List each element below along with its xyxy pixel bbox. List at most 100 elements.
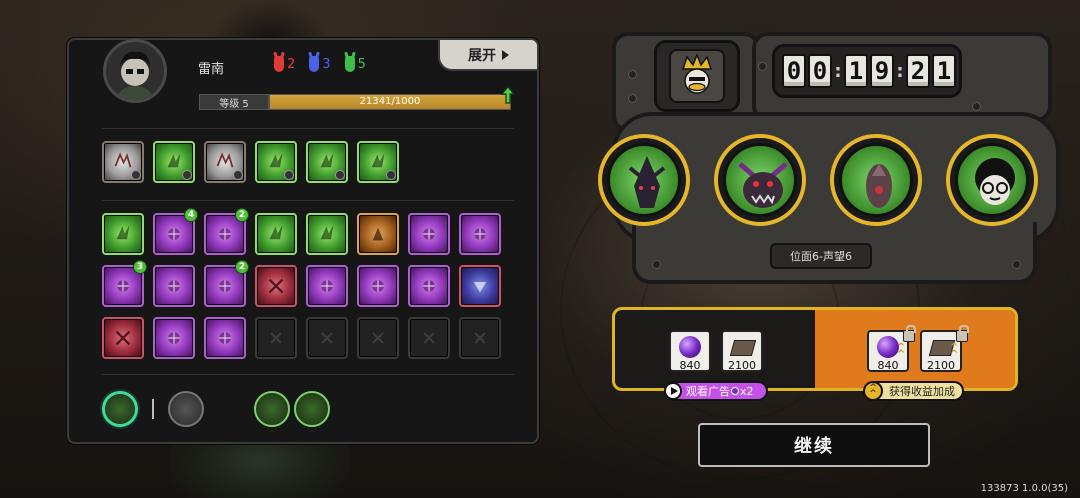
background-figure: [170, 440, 350, 498]
skill-icon[interactable]: [204, 317, 246, 359]
skill-icon[interactable]: 3: [102, 260, 147, 307]
skill-icon[interactable]: [459, 265, 501, 307]
upgrade-chevron-icon: ^ ^: [897, 342, 906, 360]
empty-skill-slot[interactable]: [459, 317, 501, 359]
timer-digit: 2: [906, 54, 930, 88]
reward-book: 2100: [721, 330, 763, 372]
xp-bar: 21341/1000: [269, 94, 511, 110]
reward-orb: 840: [669, 330, 711, 372]
reward-value: 840: [877, 359, 899, 372]
skill-icon[interactable]: [255, 141, 297, 183]
play-arrow-icon: [502, 49, 509, 60]
empty-skill-slot[interactable]: [408, 317, 450, 359]
expand-button[interactable]: 展开: [438, 38, 539, 71]
equipment-row: [102, 391, 330, 427]
claw-slot[interactable]: [294, 391, 330, 427]
lock-icon: [956, 325, 969, 342]
skill-icon[interactable]: 2: [204, 208, 249, 255]
skill-icon[interactable]: 2: [204, 260, 249, 307]
blue-mask-icon: [309, 56, 320, 72]
skill-icon[interactable]: [102, 141, 144, 183]
upgrade-chevron-icon: ^ ^: [950, 342, 959, 360]
skill-icon[interactable]: [102, 317, 144, 359]
orb-icon: [731, 387, 739, 395]
continue-button[interactable]: 继续: [698, 423, 930, 467]
rarity-dot-icon: [233, 170, 243, 180]
crowned-duck-icon: [681, 52, 713, 94]
party-slot-1[interactable]: [598, 134, 690, 226]
red-mask-icon: [274, 56, 284, 72]
empty-skill-slot[interactable]: [306, 317, 348, 359]
skill-icon[interactable]: [408, 265, 450, 307]
skill-icon[interactable]: [459, 213, 501, 255]
bonus-label: 获得收益加成: [889, 385, 955, 398]
party-slot-4[interactable]: [946, 134, 1038, 226]
skill-level-badge: 3: [133, 260, 147, 274]
divider: [102, 374, 514, 375]
skill-icon[interactable]: 4: [153, 208, 198, 255]
level-label: 等级 5: [199, 94, 269, 110]
green-mask-count: 5: [357, 56, 366, 72]
reward-value: 840: [679, 359, 701, 372]
skill-icon[interactable]: [408, 213, 450, 255]
scroll-slot[interactable]: [168, 391, 204, 427]
reward-panel: 840 2100 ^ ^ 840 ^ ^ 2100: [612, 307, 1018, 391]
lock-icon: [903, 325, 916, 342]
party-slot-3[interactable]: [830, 134, 922, 226]
reward-value: 2100: [927, 359, 955, 372]
armored-bug-portrait: [839, 143, 913, 217]
skill-icon[interactable]: [204, 141, 246, 183]
skill-icon[interactable]: [357, 213, 399, 255]
blue-mask-stat: 3: [309, 56, 331, 72]
player-panel: 展开 雷南 2 3 5 等级 5 21341/1000 4 2 3 2: [67, 38, 539, 444]
player-avatar[interactable]: [103, 39, 167, 103]
divider: [102, 200, 514, 201]
version-text: 133873 1.0.0(35): [980, 483, 1068, 494]
bonus-button[interactable]: ^ ^ 获得收益加成: [863, 381, 964, 401]
rarity-dot-icon: [131, 170, 141, 180]
blue-mask-count: 3: [322, 56, 331, 72]
skill-icon[interactable]: [153, 265, 195, 307]
skill-icon[interactable]: [306, 213, 348, 255]
skill-icon[interactable]: [153, 141, 195, 183]
level-up-arrow-icon[interactable]: [501, 86, 515, 104]
green-mask-stat: 5: [344, 56, 366, 72]
dark-beetle-portrait: [607, 143, 681, 217]
player-name: 雷南: [198, 62, 225, 77]
party-slot-2[interactable]: [714, 134, 806, 226]
ad-multiplier: x2: [740, 384, 754, 398]
rarity-dot-icon: [386, 170, 396, 180]
skill-icon[interactable]: [357, 265, 399, 307]
party-device: 0 0 : 1 9 : 2 1 位面6-声望6: [598, 22, 1060, 288]
xp-text: 21341/1000: [359, 96, 421, 107]
claw-slot-selected[interactable]: [102, 391, 138, 427]
skill-row: 32: [102, 260, 501, 307]
timer-digit: 0: [782, 54, 806, 88]
skill-icon[interactable]: [306, 265, 348, 307]
skill-icon[interactable]: [306, 141, 348, 183]
skill-row: 42: [102, 208, 501, 255]
empty-skill-slot[interactable]: [357, 317, 399, 359]
skill-icon[interactable]: [102, 213, 144, 255]
skill-icon[interactable]: [357, 141, 399, 183]
empty-skill-slot[interactable]: [255, 317, 297, 359]
rarity-dot-icon: [182, 170, 192, 180]
timer-colon: :: [896, 60, 904, 82]
glasses-kid-portrait: [955, 143, 1029, 217]
watch-ad-button[interactable]: 观看广告 x2: [664, 381, 768, 401]
horned-demon-portrait: [723, 143, 797, 217]
skill-icon[interactable]: [153, 317, 195, 359]
purple-orb-icon: [877, 336, 899, 358]
divider: [102, 128, 514, 129]
purple-orb-icon: [679, 336, 701, 358]
boss-emblem[interactable]: [654, 40, 740, 112]
cluster-slot[interactable]: [254, 391, 290, 427]
timer-digit: 1: [932, 54, 956, 88]
expand-label: 展开: [468, 47, 496, 64]
run-timer: 0 0 : 1 9 : 2 1: [782, 54, 956, 88]
timer-digit: 0: [808, 54, 832, 88]
upgrade-chevron-icon: ^ ^: [863, 381, 883, 401]
timer-digit: 1: [844, 54, 868, 88]
skill-icon[interactable]: [255, 265, 297, 307]
skill-icon[interactable]: [255, 213, 297, 255]
